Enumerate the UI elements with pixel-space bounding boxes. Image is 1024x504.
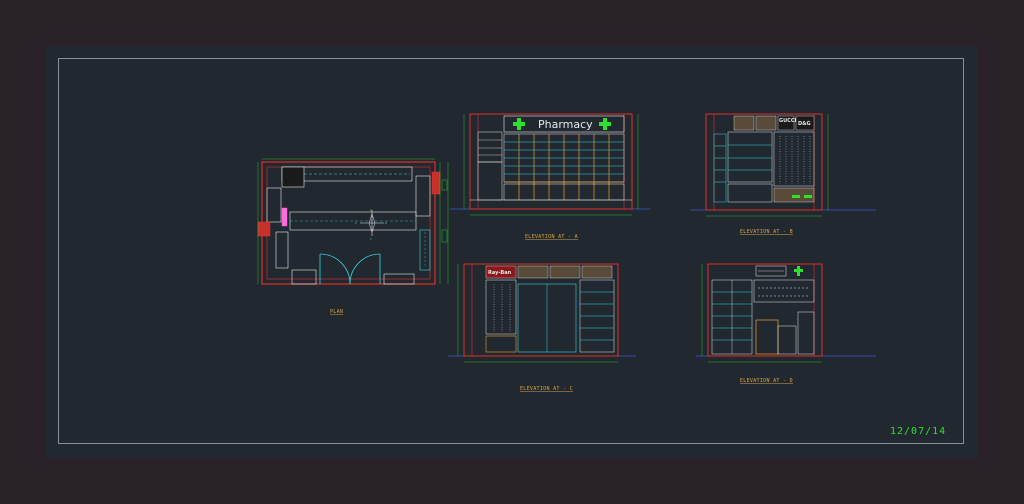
brand-2-text: D&G — [798, 121, 811, 127]
plan-view: A B C D PLAN — [257, 158, 449, 315]
elevation-c-title: ELEVATION AT - C — [520, 386, 573, 392]
compass-label-s: C — [370, 237, 372, 241]
compass-icon: A B C D — [355, 208, 387, 241]
elevation-a-view: Pharmacy ELEVATION AT - A — [450, 113, 650, 240]
compass-label-w: D — [355, 221, 357, 225]
elevation-b-title: ELEVATION AT - B — [740, 229, 793, 235]
brand-1-text: GUCCI — [779, 118, 797, 124]
brand-3-text: Ray-Ban — [488, 270, 512, 276]
drawing-date: 12/07/14 — [890, 426, 946, 437]
elevation-d-title: ELEVATION AT - D — [740, 378, 793, 384]
elevation-d-cross-icon — [794, 266, 803, 276]
elevation-b-view: GUCCI D&G ELEVATION AT - B — [690, 113, 876, 235]
elevation-d-counter — [755, 319, 779, 355]
plan-top-cabinet — [281, 166, 305, 188]
compass-label-n: A — [370, 208, 372, 212]
elevation-d-view: ELEVATION AT - D — [696, 263, 876, 384]
plan-left-shelf — [266, 187, 282, 223]
plan-display-accent — [281, 207, 288, 227]
plan-title: PLAN — [330, 309, 343, 315]
elevation-a-shelving — [503, 133, 625, 201]
pharmacy-sign-text: Pharmacy — [538, 118, 593, 131]
cad-drawing: A B C D PLAN Pharmacy ELEVATION AT - A G… — [257, 113, 946, 437]
elevation-c-view: Ray-Ban ELEVATION AT - C — [448, 263, 636, 392]
elevation-a-title: ELEVATION AT - A — [525, 234, 578, 240]
plan-entrance-doors — [319, 253, 381, 285]
compass-label-e: B — [385, 221, 387, 225]
